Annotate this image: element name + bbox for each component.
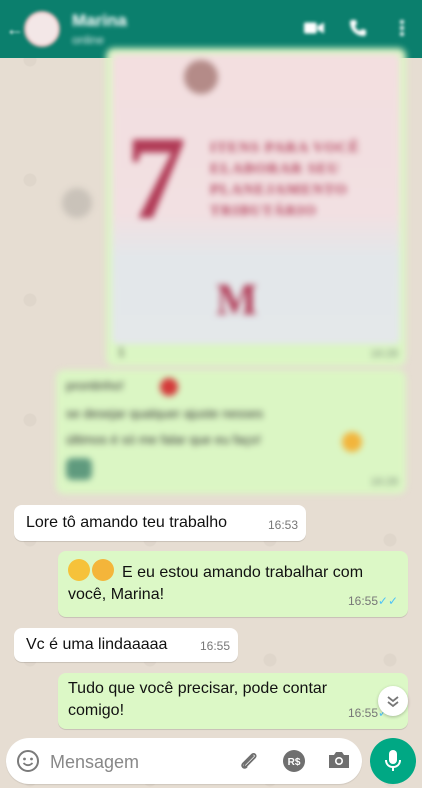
contact-status: online <box>72 33 105 47</box>
message-text: Lore tô amando teu trabalho <box>26 514 228 531</box>
image-mark: M <box>216 275 258 324</box>
message-time: 16:28 <box>370 476 398 488</box>
outgoing-message[interactable]: Tudo que você precisar, pode contar comi… <box>58 673 408 729</box>
back-arrow-icon[interactable]: ← <box>6 19 24 40</box>
contact-name: Marina <box>72 11 127 30</box>
blurred-message[interactable]: prontinho! se desejar qualquer ajuste ne… <box>56 370 406 494</box>
video-call-icon[interactable] <box>304 18 324 38</box>
message-time: 16:53 <box>267 518 298 532</box>
image-big-number: 7 <box>126 111 186 244</box>
emoji-icon <box>342 432 362 452</box>
smiling-emoji-icon <box>68 559 90 581</box>
message-time: 16:55 <box>199 639 230 653</box>
sticker-icon <box>66 458 92 480</box>
read-receipt-icon: ✓✓ <box>377 594 398 608</box>
image-title-line: ELABORAR SEU <box>210 161 340 177</box>
message-composer[interactable]: R$ <box>6 738 362 784</box>
phone-icon[interactable] <box>348 18 368 38</box>
incoming-message[interactable]: Vc é uma lindaaaaa 16:55 <box>14 628 238 662</box>
payment-label: R$ <box>288 757 301 768</box>
emoji-icon[interactable] <box>16 749 40 778</box>
image-message[interactable]: 7 ITENS PARA VOCÊ ELABORAR SEU PLANEJAME… <box>106 48 406 366</box>
message-time: 16:55 <box>347 594 378 608</box>
attach-icon[interactable] <box>238 750 260 777</box>
message-line: prontinho! <box>66 378 124 393</box>
mic-button[interactable] <box>370 738 416 784</box>
heart-emoji-icon <box>160 378 178 396</box>
mic-icon <box>385 750 401 771</box>
camera-icon[interactable] <box>327 749 351 776</box>
image-title-line: ITENS PARA VOCÊ <box>210 140 361 156</box>
message-input[interactable] <box>48 747 222 777</box>
message-text: Vc é uma lindaaaaa <box>26 636 168 653</box>
message-text: Tudo que você precisar, pode contar comi… <box>68 680 328 719</box>
image-title: ITENS PARA VOCÊ ELABORAR SEU PLANEJAMENT… <box>210 138 390 222</box>
message-line: se desejar qualquer ajuste nesses <box>66 406 264 421</box>
image-title-line: TRIBUTÁRIO <box>210 203 317 219</box>
heart-eyes-emoji-icon <box>92 559 114 581</box>
message-time: 16:28 <box>370 348 398 360</box>
image-title-line: PLANEJAMENTO <box>210 182 348 198</box>
image-caption: 1 <box>118 345 125 359</box>
brand-logo <box>184 60 218 94</box>
more-icon[interactable] <box>392 18 412 38</box>
scroll-down-icon <box>387 696 399 708</box>
scroll-down-button[interactable] <box>378 686 408 716</box>
outgoing-message[interactable]: E eu estou amando trabalhar com você, Ma… <box>58 551 408 617</box>
message-time: 16:55 <box>347 706 378 720</box>
share-icon[interactable] <box>62 188 92 218</box>
contact-info[interactable]: Marina online <box>72 11 127 47</box>
payment-icon[interactable]: R$ <box>282 749 306 778</box>
avatar[interactable] <box>24 11 60 47</box>
message-line: últimos é só me falar que eu faço! <box>66 432 262 447</box>
shared-image[interactable]: 7 ITENS PARA VOCÊ ELABORAR SEU PLANEJAME… <box>112 54 400 344</box>
incoming-message[interactable]: Lore tô amando teu trabalho 16:53 <box>14 505 306 541</box>
